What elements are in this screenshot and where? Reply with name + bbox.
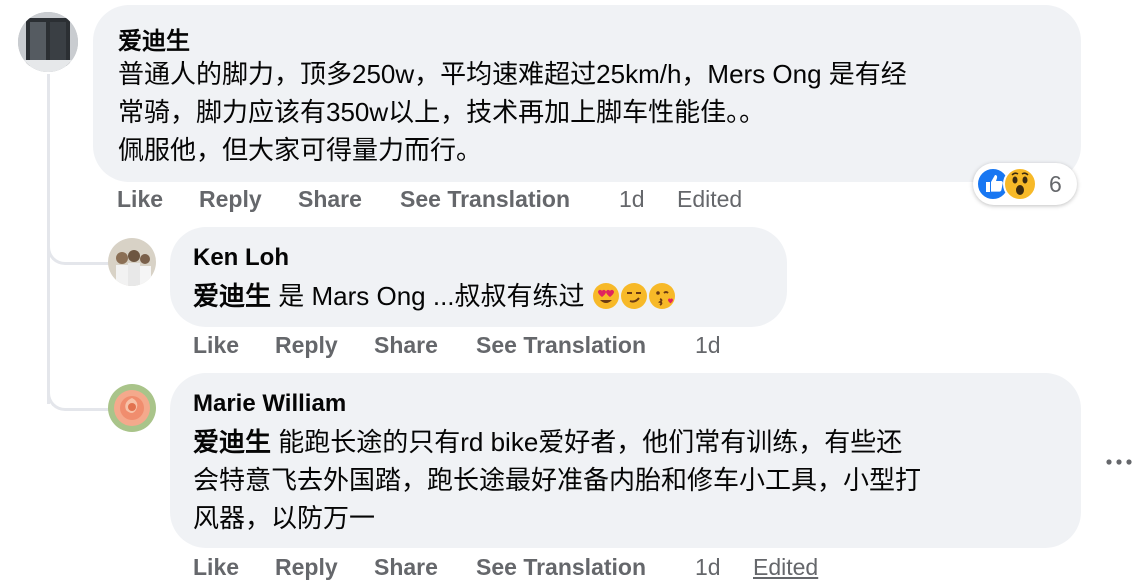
comment-text-line-2: 常骑，脚力应该有350w以上，技术再加上脚车性能佳。。 [118, 97, 766, 127]
more-options-button[interactable] [1103, 447, 1135, 477]
avatar-photo-icon [18, 12, 78, 72]
comment-text-body: 能跑长途的只有rd bike爱好者，他们常有训练，有些还 [278, 427, 903, 457]
comment-text-line-1: 爱迪生 能跑长途的只有rd bike爱好者，他们常有训练，有些还 [193, 423, 902, 461]
share-button[interactable]: Share [374, 554, 438, 581]
kiss-emoji-icon [648, 283, 675, 309]
comment-author[interactable]: Ken Loh [193, 244, 289, 272]
comment-author[interactable]: 爱迪生 [118, 21, 190, 56]
comment-bubble: Ken Loh 爱迪生 是 Mars Ong ...叔叔有练过 [170, 227, 787, 327]
avatar-photo-icon [108, 238, 156, 286]
share-button[interactable]: Share [374, 332, 438, 359]
comment-text-body: 是 Mars Ong ...叔叔有练过 [278, 281, 585, 311]
timestamp[interactable]: 1d [695, 332, 721, 359]
comment-text-line-2: 会特意飞去外国踏，跑长途最好准备内胎和修车小工具，小型打 [193, 465, 922, 495]
share-button[interactable]: Share [298, 186, 362, 213]
reply-button[interactable]: Reply [275, 554, 338, 581]
timestamp[interactable]: 1d [619, 186, 645, 213]
smirk-emoji-icon [620, 283, 647, 309]
like-button[interactable]: Like [117, 186, 163, 213]
edited-label[interactable]: Edited [753, 554, 818, 581]
comment-bubble: 爱迪生 普通人的脚力，顶多250w，平均速难超过25km/h，Mers Ong … [93, 5, 1081, 182]
thread-line-branch-1 [47, 236, 110, 265]
see-translation-button[interactable]: See Translation [476, 332, 646, 359]
avatar[interactable] [108, 238, 156, 286]
avatar[interactable] [18, 12, 78, 72]
more-options-icon [1106, 459, 1132, 465]
comment-author[interactable]: Marie William [193, 390, 346, 418]
comment-text-line-3: 佩服他，但大家可得量力而行。 [118, 135, 483, 165]
comment-bubble: Marie William 爱迪生 能跑长途的只有rd bike爱好者，他们常有… [170, 373, 1081, 548]
like-button[interactable]: Like [193, 332, 239, 359]
rose-avatar-icon [108, 384, 156, 432]
comment-actions: Like Reply Share See Translation 1d Edit… [117, 186, 817, 216]
avatar[interactable] [108, 384, 156, 432]
edited-label[interactable]: Edited [677, 186, 742, 213]
timestamp[interactable]: 1d [695, 554, 721, 581]
mention-tag[interactable]: 爱迪生 [193, 427, 271, 457]
comment-actions: Like Reply Share See Translation 1d [193, 332, 793, 362]
see-translation-button[interactable]: See Translation [400, 186, 570, 213]
comment-text-line-3: 风器，以防万一 [193, 503, 376, 533]
thread-line-branch-2 [47, 382, 110, 411]
see-translation-button[interactable]: See Translation [476, 554, 646, 581]
reply-button[interactable]: Reply [199, 186, 262, 213]
reply-button[interactable]: Reply [275, 332, 338, 359]
comment-actions: Like Reply Share See Translation 1d Edit… [193, 554, 893, 584]
like-button[interactable]: Like [193, 554, 239, 581]
comment-text-line-1: 普通人的脚力，顶多250w，平均速难超过25km/h，Mers Ong 是有经 [118, 59, 907, 89]
heart-eyes-emoji-icon [592, 283, 619, 309]
mention-tag[interactable]: 爱迪生 [193, 281, 271, 311]
reaction-count: 6 [1049, 171, 1062, 197]
wow-reaction-icon [1003, 167, 1037, 201]
comment-text: 爱迪生 是 Mars Ong ...叔叔有练过 [193, 277, 676, 315]
reaction-summary[interactable]: 6 [973, 163, 1077, 205]
